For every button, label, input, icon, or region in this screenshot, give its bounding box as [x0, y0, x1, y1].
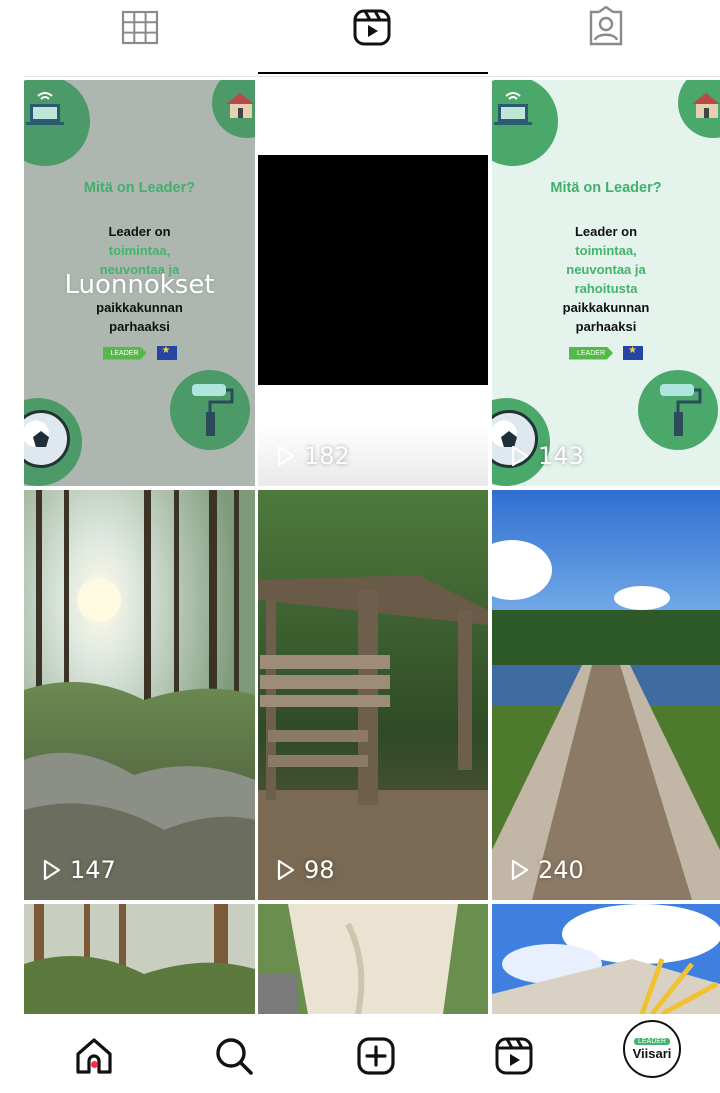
- view-count-value: 147: [70, 856, 116, 884]
- notification-dot: [91, 1061, 98, 1068]
- leader-line: paikkakunnan: [562, 300, 650, 315]
- active-tab-indicator: [258, 72, 488, 74]
- play-icon: [511, 445, 529, 467]
- paint-roller-icon: [660, 384, 702, 436]
- divider: [24, 76, 720, 77]
- reel-tile[interactable]: 182: [258, 80, 488, 486]
- play-icon: [511, 859, 529, 881]
- house-icon: [692, 93, 720, 118]
- reels-grid: Mitä on Leader? Leader on toimintaa, neu…: [24, 80, 720, 1014]
- tagged-person-icon: [589, 6, 623, 46]
- house-icon: [226, 93, 254, 118]
- pavilion-photo: [492, 904, 720, 1014]
- reel-tile[interactable]: [258, 904, 488, 1014]
- leader-line: toimintaa,: [575, 243, 637, 258]
- leader-line: parhaaksi: [575, 319, 637, 334]
- nav-reels-button[interactable]: [484, 1028, 544, 1084]
- sculpture-photo: [258, 904, 488, 1014]
- reel-tile[interactable]: 147: [24, 490, 255, 900]
- profile-tabs: [0, 0, 720, 77]
- bottom-navigation: [0, 1014, 720, 1093]
- avatar-name: Viisari: [632, 1045, 672, 1061]
- eu-flag-icon: [623, 345, 643, 360]
- nav-home-button[interactable]: [64, 1028, 124, 1084]
- avatar-badge: LEADER: [633, 1037, 670, 1045]
- leader-logo: LEADER: [569, 346, 613, 360]
- pier-photo: [492, 490, 720, 900]
- draft-label: Luonnokset: [64, 270, 215, 300]
- paint-roller-icon: [192, 384, 234, 436]
- reels-icon: [495, 1037, 533, 1075]
- leader-line: paikkakunnan: [96, 300, 183, 315]
- video-frame: [258, 155, 488, 385]
- play-icon: [277, 445, 295, 467]
- leader-line: Leader on: [108, 224, 171, 239]
- leader-line: Leader on: [574, 224, 638, 239]
- logos: LEADER: [24, 345, 255, 360]
- forest-photo: [24, 490, 255, 900]
- leader-question: Mitä on Leader?: [83, 180, 196, 196]
- reel-tile[interactable]: [24, 904, 255, 1014]
- forest-photo: [24, 904, 255, 1014]
- home-icon: [76, 1038, 112, 1074]
- logos: LEADER: [492, 345, 720, 360]
- laptop-icon: [494, 92, 532, 125]
- play-icon: [277, 859, 295, 881]
- view-count: 143: [510, 442, 584, 470]
- leader-logo: LEADER: [102, 346, 147, 360]
- leader-line: toimintaa,: [108, 243, 171, 258]
- grid-icon: [121, 10, 159, 45]
- leader-line: neuvontaa ja: [566, 262, 646, 277]
- view-count-value: 240: [538, 856, 584, 884]
- view-count: 98: [276, 856, 335, 884]
- add-post-icon: [357, 1037, 395, 1075]
- reel-tile[interactable]: 98: [258, 490, 488, 900]
- reels-icon: [353, 9, 391, 46]
- reel-tile-draft[interactable]: Mitä on Leader? Leader on toimintaa, neu…: [24, 80, 255, 486]
- leader-question: Mitä on Leader?: [550, 180, 662, 196]
- signpost-photo: [258, 490, 488, 900]
- leader-graphic: Mitä on Leader? Leader on toimintaa, neu…: [492, 80, 720, 486]
- view-count-value: 143: [538, 442, 584, 470]
- reel-tile[interactable]: [492, 904, 720, 1014]
- profile-avatar[interactable]: LEADER Viisari: [623, 1020, 681, 1078]
- tab-tagged[interactable]: [490, 0, 720, 74]
- view-count: 240: [510, 856, 584, 884]
- tab-reels[interactable]: [256, 0, 488, 74]
- tab-grid[interactable]: [24, 0, 256, 74]
- laptop-icon: [26, 92, 64, 125]
- leader-text: Leader on toimintaa, neuvontaa ja rahoit…: [492, 222, 720, 336]
- view-count: 182: [276, 442, 350, 470]
- leader-line: rahoitusta: [574, 281, 638, 296]
- view-count-value: 182: [304, 442, 350, 470]
- leader-line: parhaaksi: [109, 319, 170, 334]
- eu-flag-icon: [156, 345, 177, 360]
- reel-tile[interactable]: Mitä on Leader? Leader on toimintaa, neu…: [492, 80, 720, 486]
- reel-tile[interactable]: 240: [492, 490, 720, 900]
- view-count: 147: [42, 856, 116, 884]
- nav-search-button[interactable]: [204, 1028, 264, 1084]
- play-icon: [43, 859, 61, 881]
- nav-create-button[interactable]: [346, 1028, 406, 1084]
- search-icon: [216, 1038, 253, 1075]
- view-count-value: 98: [304, 856, 335, 884]
